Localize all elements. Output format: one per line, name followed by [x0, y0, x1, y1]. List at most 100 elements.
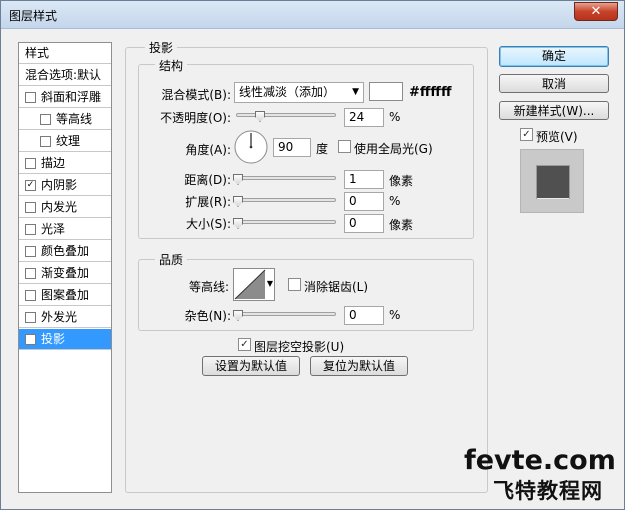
list-item-label: 颜色叠加: [41, 244, 90, 258]
set-default-button[interactable]: 设置为默认值: [202, 356, 300, 376]
checkbox-stroke[interactable]: [25, 158, 36, 169]
angle-dial[interactable]: [234, 130, 268, 164]
chevron-down-icon: ▼: [266, 279, 273, 288]
distance-input[interactable]: 1: [344, 170, 384, 189]
global-light-checkbox[interactable]: [338, 140, 351, 153]
drop-shadow-title: 投影: [145, 39, 178, 56]
style-list: 样式 混合选项:默认 斜面和浮雕 等高线 纹理 描边 ✓ 内阴影 内发光 光泽 …: [18, 42, 112, 493]
angle-unit: 度: [316, 142, 329, 156]
distance-label: 距离(D):: [184, 173, 231, 187]
list-item-label: 渐变叠加: [41, 266, 90, 280]
structure-title: 结构: [155, 57, 188, 74]
checkbox-contour[interactable]: [40, 114, 51, 125]
checkbox-bevel-emboss[interactable]: [25, 92, 36, 103]
angle-dial-icon: [234, 130, 268, 164]
list-item-label: 图案叠加: [41, 288, 90, 302]
antialias-label: 消除锯齿(L): [304, 280, 369, 294]
noise-input[interactable]: 0: [344, 306, 384, 325]
opacity-label: 不透明度(O):: [160, 111, 231, 125]
spread-unit: %: [389, 194, 401, 208]
preview-checkbox[interactable]: ✓: [520, 128, 533, 141]
chevron-down-icon: ▼: [352, 87, 359, 97]
contour-curve-icon: [234, 269, 266, 300]
blend-options-label: 混合选项:默认: [25, 68, 102, 82]
shadow-color-swatch[interactable]: [369, 82, 403, 101]
size-label: 大小(S):: [185, 217, 231, 231]
list-item-label: 描边: [41, 156, 66, 170]
spread-input[interactable]: 0: [344, 192, 384, 211]
global-light-label: 使用全局光(G): [354, 142, 433, 156]
list-item-drop-shadow[interactable]: ✓ 投影: [19, 329, 111, 350]
checkbox-inner-shadow[interactable]: ✓: [25, 180, 36, 191]
list-item-label: 光泽: [41, 222, 66, 236]
knockout-checkbox[interactable]: ✓: [238, 338, 251, 351]
size-unit: 像素: [389, 218, 414, 232]
watermark-site-name: 飞特教程网: [493, 479, 603, 503]
list-item-label: 内阴影: [41, 178, 78, 192]
preview-label: 预览(V): [536, 130, 578, 144]
list-item-label: 外发光: [41, 310, 78, 324]
knockout-label: 图层挖空投影(U): [254, 340, 345, 354]
list-item-gradient-overlay[interactable]: 渐变叠加: [19, 263, 111, 284]
checkbox-outer-glow[interactable]: [25, 312, 36, 323]
watermark-domain: fevte.com: [464, 445, 616, 476]
noise-slider-track[interactable]: [236, 312, 336, 316]
quality-title: 品质: [155, 251, 188, 268]
list-item-texture[interactable]: 纹理: [19, 131, 111, 152]
reset-default-button[interactable]: 复位为默认值: [310, 356, 408, 376]
close-button[interactable]: ✕: [574, 2, 618, 21]
list-item-color-overlay[interactable]: 颜色叠加: [19, 241, 111, 262]
opacity-input[interactable]: 24: [344, 108, 384, 127]
list-item-inner-glow[interactable]: 内发光: [19, 197, 111, 218]
opacity-slider-track[interactable]: [236, 113, 336, 117]
distance-slider-track[interactable]: [236, 176, 336, 180]
list-item-bevel-emboss[interactable]: 斜面和浮雕: [19, 87, 111, 108]
blend-mode-value: 线性减淡（添加）: [239, 85, 336, 99]
opacity-unit: %: [389, 110, 401, 124]
list-item-outer-glow[interactable]: 外发光: [19, 307, 111, 328]
contour-label: 等高线:: [188, 280, 229, 294]
cancel-button[interactable]: 取消: [499, 74, 609, 93]
spread-slider-track[interactable]: [236, 198, 336, 202]
noise-label: 杂色(N):: [184, 309, 231, 323]
contour-picker[interactable]: ▼: [233, 268, 275, 301]
checkbox-color-overlay[interactable]: [25, 246, 36, 257]
checkbox-satin[interactable]: [25, 224, 36, 235]
angle-input[interactable]: 90: [273, 138, 311, 157]
list-item-inner-shadow[interactable]: ✓ 内阴影: [19, 175, 111, 196]
distance-unit: 像素: [389, 174, 414, 188]
size-slider-track[interactable]: [236, 220, 336, 224]
antialias-checkbox[interactable]: [288, 278, 301, 291]
window-title: 图层样式: [9, 9, 58, 23]
checkbox-pattern-overlay[interactable]: [25, 290, 36, 301]
styles-header[interactable]: 样式: [19, 43, 111, 64]
list-item-label: 投影: [41, 332, 66, 346]
list-item-label: 纹理: [56, 134, 81, 148]
blend-mode-select[interactable]: 线性减淡（添加） ▼: [234, 82, 364, 103]
style-preview-swatch: [537, 166, 569, 198]
list-item-stroke[interactable]: 描边: [19, 153, 111, 174]
styles-header-label: 样式: [25, 46, 50, 60]
angle-label: 角度(A):: [185, 143, 231, 157]
list-item-label: 斜面和浮雕: [41, 90, 102, 104]
list-item-label: 内发光: [41, 200, 78, 214]
ok-button[interactable]: 确定: [499, 46, 609, 67]
list-item-contour[interactable]: 等高线: [19, 109, 111, 130]
checkbox-gradient-overlay[interactable]: [25, 268, 36, 279]
blend-mode-label: 混合模式(B):: [161, 88, 231, 102]
size-input[interactable]: 0: [344, 214, 384, 233]
new-style-button[interactable]: 新建样式(W)...: [499, 101, 609, 120]
layer-style-dialog: 图层样式 ✕ 样式 混合选项:默认 斜面和浮雕 等高线 纹理 描边 ✓ 内阴影: [0, 0, 625, 510]
list-item-pattern-overlay[interactable]: 图案叠加: [19, 285, 111, 306]
noise-unit: %: [389, 308, 401, 322]
checkbox-texture[interactable]: [40, 136, 51, 147]
list-item-satin[interactable]: 光泽: [19, 219, 111, 240]
title-bar: 图层样式 ✕: [1, 1, 624, 29]
blend-options-row[interactable]: 混合选项:默认: [19, 65, 111, 86]
checkbox-inner-glow[interactable]: [25, 202, 36, 213]
spread-label: 扩展(R):: [185, 195, 231, 209]
style-preview: [520, 149, 584, 213]
shadow-color-hex: #ffffff: [409, 85, 452, 100]
list-item-label: 等高线: [56, 112, 93, 126]
checkbox-drop-shadow[interactable]: ✓: [25, 334, 36, 345]
